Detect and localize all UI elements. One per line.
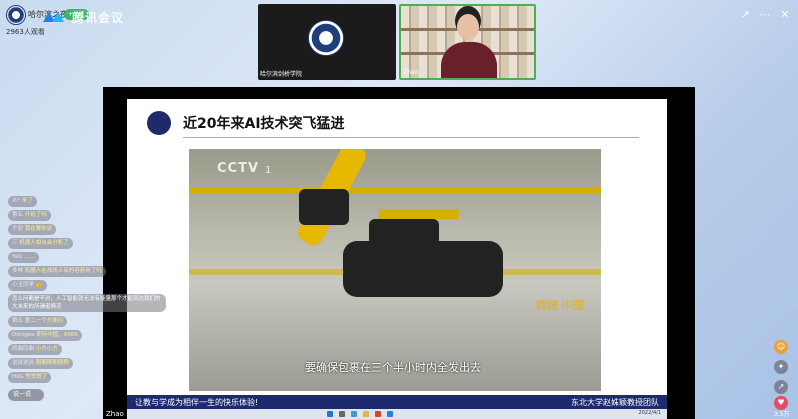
powerpoint-icon[interactable] (375, 411, 381, 417)
chat-message: 三 机器人相似会分析了 (8, 238, 73, 249)
edge-icon[interactable] (351, 411, 357, 417)
participant-tile-host[interactable]: 哈尔滨剑桥学院 (258, 4, 396, 80)
conveyor-belt (189, 187, 601, 193)
chat-message: 同曲同曲 小方小方 (8, 344, 62, 355)
shared-screen[interactable]: 近20年来AI技术突飞猛进 CCTV 1 辉煌 中国 要确保包裹在三个半小时内全… (103, 87, 695, 419)
slide-bullet-icon (147, 111, 171, 135)
chat-message: 多林 机器人在战场上有的容容用了吗 (8, 266, 106, 277)
start-icon[interactable] (327, 411, 333, 417)
like-count: 3.5万 (774, 411, 790, 418)
robot-top-plate (379, 209, 459, 219)
video-subtitle: 要确保包裹在三个半小时内全发出去 (305, 361, 481, 374)
chat-message: Dilnigee 期待中国，6666 (8, 330, 82, 341)
participant-name: 哈尔滨剑桥学院 (260, 71, 303, 78)
robot (343, 241, 503, 297)
chat-message: 说说说说 期期期期期期 (8, 358, 73, 369)
speaker-head (457, 14, 479, 40)
search-icon[interactable] (339, 411, 345, 417)
meeting-icon[interactable] (387, 411, 393, 417)
footer-slogan: 让教与学成为相伴一生的快乐体验! (135, 398, 259, 407)
emoji-icon[interactable]: ☺ (774, 340, 788, 354)
school-emblem-icon (308, 20, 344, 56)
participant-name: Zhao (403, 69, 419, 76)
chat-input[interactable]: 说一说 (8, 389, 44, 401)
cctv-logo: CCTV (217, 161, 260, 176)
chat-message: HiiG 赞赞赞了 (8, 372, 52, 383)
slide-title: 近20年来AI技术突飞猛进 (183, 116, 345, 132)
chat-message: 木* 来了 (8, 196, 38, 207)
robot (299, 189, 349, 225)
share-arrow-icon[interactable]: ↗ (774, 380, 788, 394)
chat-message: 千安 我在要你说 (8, 224, 57, 235)
title-divider (183, 137, 639, 138)
chat-message: YaO …… (8, 252, 40, 263)
presenter-label: Zhao (106, 410, 124, 418)
windows-taskbar: 2022/4/1 (127, 409, 667, 419)
share-icon[interactable]: ↗ (738, 8, 752, 22)
tencent-meeting-logo-icon (43, 12, 64, 22)
embedded-video[interactable]: CCTV 1 辉煌 中国 要确保包裹在三个半小时内全发出去 (189, 149, 601, 391)
participant-tile-speaker[interactable]: Zhao (399, 4, 536, 80)
slide-footer: 让教与学成为相伴一生的快乐体验! 东北大学赵姝颖教授团队 (127, 395, 667, 409)
viewer-count: 2963人观看 (6, 28, 45, 36)
program-seal: 辉煌 中国 (536, 299, 584, 312)
speaker-body (441, 42, 497, 78)
chat-message: 小玉同学 👍 (8, 280, 47, 291)
chat-message: 第五 开始了吗 (8, 210, 51, 221)
host-avatar[interactable] (6, 5, 26, 25)
footer-team: 东北大学赵姝颖教授团队 (571, 398, 659, 407)
close-icon[interactable]: ✕ (778, 8, 792, 22)
chat-message: 怎么问都是不对，人工智能就无法有能量那个才能到达我们的大未来的所谓者情况 (8, 294, 166, 312)
chat-message: 第五 第二一个方面问 (8, 316, 68, 327)
folder-icon[interactable] (363, 411, 369, 417)
taskbar-clock: 2022/4/1 (638, 410, 661, 416)
channel-number: 1 (265, 165, 272, 176)
gift-icon[interactable]: ✦ (774, 360, 788, 374)
more-icon[interactable]: ⋯ (758, 8, 772, 22)
brand-name: 腾讯会议 (72, 11, 125, 25)
presentation-slide: 近20年来AI技术突飞猛进 CCTV 1 辉煌 中国 要确保包裹在三个半小时内全… (127, 99, 667, 395)
like-icon[interactable]: ♥ (774, 396, 788, 410)
